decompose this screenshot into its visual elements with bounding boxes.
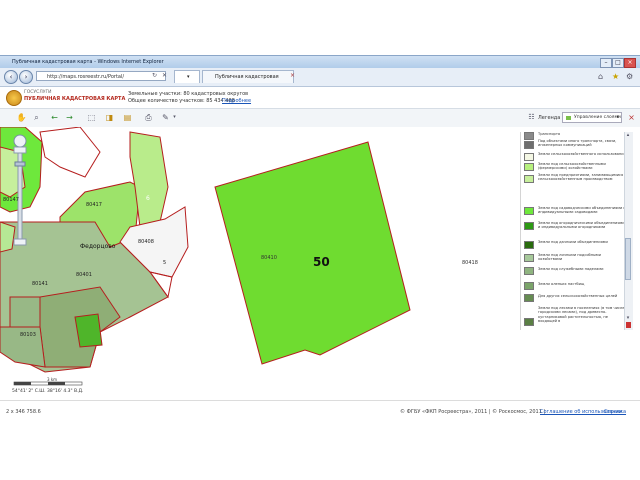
favorites-star-icon[interactable]: ★ (612, 72, 619, 81)
map-label-80401: 80401 (76, 272, 92, 278)
layers-icon[interactable]: ▤ (122, 112, 133, 123)
scale-text: 3 km (47, 377, 58, 382)
header-org: ГОСУСЛУГИ (24, 90, 52, 95)
header-parcels-count: Земельные участки: 80 кадастровых округо… (128, 91, 249, 97)
tab-cadastral-map[interactable]: Публичная кадастровая карта (202, 70, 294, 93)
map-label-80408: 80408 (138, 239, 154, 245)
legend-marker-icon (626, 322, 631, 328)
legend-item-label: Земли под лесами в поселениях (в том чис… (538, 306, 625, 324)
parcel-label-50: 50 (313, 255, 330, 269)
map-label-80417: 80417 (86, 202, 102, 208)
legend-item-label: Земли под садоводческими объединениями и… (538, 206, 626, 215)
parcel-top-white[interactable] (39, 127, 101, 178)
legend-item-label: Для других сельскохозяйственных целей (538, 294, 618, 298)
stop-icon[interactable]: ✕ (162, 72, 167, 79)
layers-select[interactable]: Управление слоями ▾ (562, 112, 622, 123)
scroll-down-icon[interactable]: ▾ (625, 315, 631, 321)
legend-item-label: Земли оленьих пастбищ (538, 282, 585, 286)
minimize-button[interactable]: – (600, 58, 612, 68)
chevron-down-icon: ▾ (616, 114, 619, 120)
settings-gear-icon[interactable]: ⚙ (626, 72, 633, 81)
legend-swatch (524, 267, 534, 275)
scale-bar (13, 381, 83, 386)
legend-item-label: Земли сельскохозяйственного использовани… (538, 152, 626, 156)
pan-hand-icon[interactable]: ✋ (16, 112, 27, 123)
legend-tab[interactable]: Легенда (538, 115, 560, 121)
legend-swatch (524, 163, 534, 171)
legend-panel: Транспорта Под объектами иного транспорт… (520, 132, 634, 330)
legend-item-label: Земли под дачными объединениями (538, 240, 608, 244)
status-bar: 2 х 346 758.6 © ФГБУ «ФКП Росреестра», 2… (0, 400, 640, 421)
compass-icon[interactable] (13, 134, 27, 148)
copyright-text: © ФГБУ «ФКП Росреестра», 2011 | © Роскос… (400, 409, 546, 415)
maximize-button[interactable]: □ (612, 58, 624, 68)
legend-swatch (524, 318, 534, 326)
zoom-slider-handle[interactable] (14, 161, 26, 167)
url-field[interactable]: http://maps.rosreestr.ru/Portal/ (36, 71, 166, 81)
tab-dropdown[interactable]: ▾ (174, 70, 200, 83)
map-toolbar: ✋ ⌕ ← → ⬚ ◨ ▤ ⎙ ✎ ▾ ☷ Легенда Управление… (0, 108, 640, 128)
forward-green-arrow-icon[interactable]: → (64, 112, 75, 123)
legend-swatch (524, 132, 534, 140)
legend-item-label: Под объектами иного транспорта, связи, и… (538, 139, 617, 148)
legend-item-label: Земли под служебными наделами (538, 267, 604, 271)
legend-item-label: Транспорта (538, 132, 561, 136)
legend-icon: ☷ (528, 113, 535, 121)
header-total-count: Общее количество участков: 85 434 468 (128, 98, 235, 104)
rosreestr-logo-icon (6, 90, 22, 106)
details-link[interactable]: Подробнее (222, 98, 251, 104)
legend-swatch (524, 207, 534, 215)
parcel-id-80410: 80410 (261, 255, 277, 261)
layers-swatch-icon (566, 116, 571, 120)
legend-item-label: Земли под личными подсобными хозяйствами (538, 253, 601, 262)
legend-swatch (524, 175, 534, 183)
address-bar: ‹ › http://maps.rosreestr.ru/Portal/ ↻ ✕… (0, 68, 640, 93)
select-icon[interactable]: ⬚ (86, 112, 97, 123)
identify-icon[interactable]: ◨ (104, 112, 115, 123)
forward-arrow-icon[interactable]: › (19, 70, 33, 84)
legend-scroll-thumb[interactable] (625, 238, 631, 280)
legend-scrollbar[interactable] (624, 132, 633, 330)
close-button[interactable]: × (624, 58, 636, 68)
legend-swatch (524, 254, 534, 262)
map-label-6: 6 (146, 195, 150, 202)
legend-item-label: Земли под предприятиями, занимающимися с… (538, 173, 624, 182)
map-label-80147: 80147 (3, 197, 19, 203)
measure-dropdown-icon[interactable]: ▾ (169, 112, 180, 123)
print-icon[interactable]: ⎙ (143, 112, 154, 123)
zoom-glass-icon[interactable]: ⌕ (31, 112, 42, 123)
legend-swatch (524, 294, 534, 302)
refresh-icon[interactable]: ↻ (152, 72, 157, 79)
status-left-text: 2 х 346 758.6 (6, 409, 41, 415)
legend-swatch (524, 153, 534, 161)
parcel-small-green[interactable] (74, 313, 103, 348)
legend-item-label: Земли под сельскохозяйственными (фермерс… (538, 162, 606, 171)
home-icon[interactable]: ⌂ (598, 72, 603, 81)
close-panel-icon[interactable]: × (626, 112, 637, 123)
window-title-bar: Публичная кадастровая карта - Windows In… (0, 55, 640, 69)
back-arrow-icon[interactable]: ‹ (4, 70, 18, 84)
parcel-id-80418: 80418 (462, 260, 478, 266)
map-label-80103: 80103 (20, 332, 36, 338)
coordinates-readout: 54°41' 2" С.Ш. 38°16' 4.3" В.Д. (12, 389, 84, 394)
map-label-5: 5 (163, 260, 167, 266)
help-link[interactable]: Справка (604, 409, 626, 415)
map-label-fedortsovo: Федорцово (80, 243, 116, 250)
legend-swatch (524, 141, 534, 149)
legend-swatch (524, 241, 534, 249)
scroll-up-icon[interactable]: ▴ (625, 132, 631, 138)
legend-swatch (524, 222, 534, 230)
legend-swatch (524, 282, 534, 290)
parcel-50[interactable] (214, 141, 411, 365)
layers-select-label: Управление слоями (574, 115, 621, 120)
tab-close-icon[interactable]: × (290, 72, 295, 79)
legend-item-label: Земли под огородническими объединениями … (538, 221, 625, 230)
zoom-in-button[interactable] (13, 146, 27, 154)
map-label-80141: 80141 (32, 281, 48, 287)
back-green-arrow-icon[interactable]: ← (49, 112, 60, 123)
header-title: ПУБЛИЧНАЯ КАДАСТРОВАЯ КАРТА (24, 96, 126, 102)
zoom-out-button[interactable] (13, 238, 27, 246)
